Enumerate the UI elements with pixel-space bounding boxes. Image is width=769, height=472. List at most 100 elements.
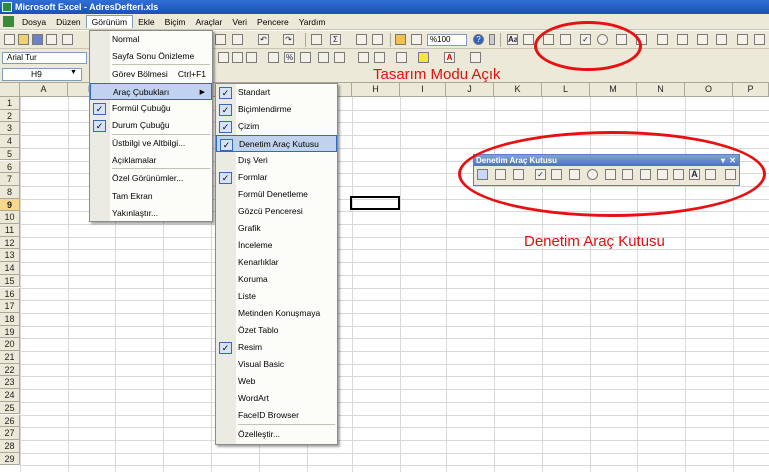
- column-header[interactable]: P: [733, 83, 769, 97]
- sort-descending-icon[interactable]: [372, 34, 383, 45]
- sort-ascending-icon[interactable]: [356, 34, 367, 45]
- decrease-indent-icon[interactable]: [358, 52, 369, 63]
- column-header[interactable]: L: [542, 83, 590, 97]
- print-icon[interactable]: [62, 34, 73, 45]
- menu-item[interactable]: ✓ Biçimlendirme: [216, 101, 337, 118]
- menu-ekle[interactable]: Ekle: [133, 16, 160, 28]
- menu-item[interactable]: Araç Çubukları ▶: [90, 83, 212, 100]
- row-header[interactable]: 13: [0, 249, 20, 263]
- menu-item[interactable]: Yakınlaştır...: [90, 205, 212, 222]
- open-icon[interactable]: [18, 34, 29, 45]
- menu-item[interactable]: Visual Basic: [216, 356, 337, 373]
- menu-item[interactable]: ✓ Formül Çubuğu: [90, 100, 212, 117]
- print-preview-icon[interactable]: [754, 34, 765, 45]
- row-header[interactable]: 14: [0, 262, 20, 275]
- menu-duzen[interactable]: Düzen: [51, 16, 86, 28]
- save-icon[interactable]: [32, 34, 43, 45]
- column-header[interactable]: N: [637, 83, 685, 97]
- font-name-box[interactable]: Arial Tur: [2, 52, 87, 64]
- active-cell[interactable]: [350, 196, 400, 210]
- menu-item[interactable]: Dış Veri: [216, 152, 337, 169]
- text-direction-icon[interactable]: [523, 34, 534, 45]
- column-header[interactable]: A: [20, 83, 68, 97]
- decrease-decimal-icon[interactable]: [334, 52, 345, 63]
- row-header[interactable]: 26: [0, 414, 20, 428]
- help-icon[interactable]: ?: [473, 34, 484, 45]
- row-header[interactable]: 4: [0, 135, 20, 148]
- menu-dosya[interactable]: Dosya: [17, 16, 51, 28]
- format-painter-icon[interactable]: [215, 34, 226, 45]
- menu-araclar[interactable]: Araçlar: [190, 16, 227, 28]
- permission-icon[interactable]: [46, 34, 57, 45]
- toolbar-options-icon[interactable]: [489, 34, 495, 45]
- menu-item[interactable]: ✓ Çizim: [216, 118, 337, 135]
- row-header[interactable]: 28: [0, 439, 20, 453]
- image-control-icon[interactable]: [697, 34, 708, 45]
- borders-icon[interactable]: [396, 52, 407, 63]
- menu-item[interactable]: ✓ Resim: [216, 339, 337, 356]
- menu-item[interactable]: İnceleme: [216, 237, 337, 254]
- menu-item[interactable]: Tam Ekran: [90, 188, 212, 205]
- column-header[interactable]: K: [494, 83, 542, 97]
- menu-item[interactable]: Liste: [216, 288, 337, 305]
- row-header[interactable]: 24: [0, 389, 20, 402]
- chart-wizard-icon[interactable]: [395, 34, 406, 45]
- autosum-icon[interactable]: Σ: [330, 34, 341, 45]
- format-painter-brush-icon[interactable]: [232, 34, 243, 45]
- zoom-box[interactable]: %100: [427, 34, 467, 46]
- row-header[interactable]: 11: [0, 224, 20, 237]
- comma-style-icon[interactable]: [300, 52, 311, 63]
- drawing-icon[interactable]: [411, 34, 422, 45]
- menu-pencere[interactable]: Pencere: [252, 16, 294, 28]
- row-header[interactable]: 19: [0, 325, 20, 339]
- row-header[interactable]: 25: [0, 401, 20, 415]
- menu-item[interactable]: Özet Tablo: [216, 322, 337, 339]
- menu-item[interactable]: Koruma: [216, 271, 337, 288]
- column-header[interactable]: J: [446, 83, 494, 97]
- align-right-icon[interactable]: [232, 52, 243, 63]
- menu-bicim[interactable]: Biçim: [160, 16, 191, 28]
- row-header[interactable]: 9: [0, 198, 20, 212]
- menu-item[interactable]: Formül Denetleme: [216, 186, 337, 203]
- row-header[interactable]: 15: [0, 274, 20, 288]
- row-header[interactable]: 20: [0, 338, 20, 351]
- row-header[interactable]: 21: [0, 351, 20, 364]
- column-header[interactable]: I: [400, 83, 446, 97]
- menu-item[interactable]: Görev Bölmesi Ctrl+F1: [90, 66, 212, 83]
- row-header[interactable]: 17: [0, 300, 20, 313]
- menu-item[interactable]: Grafik: [216, 220, 337, 237]
- row-header[interactable]: 6: [0, 160, 20, 174]
- row-header[interactable]: 16: [0, 287, 20, 301]
- formatting-options-icon[interactable]: [470, 52, 481, 63]
- row-header[interactable]: 7: [0, 173, 20, 186]
- redo-icon[interactable]: ↷: [283, 34, 294, 45]
- text-style-icon[interactable]: Aa: [507, 34, 518, 45]
- row-header[interactable]: 3: [0, 122, 20, 136]
- scrollbar-control-icon[interactable]: [657, 34, 668, 45]
- increase-decimal-icon[interactable]: [318, 52, 329, 63]
- menu-item[interactable]: Normal: [90, 31, 212, 48]
- menu-item[interactable]: ✓ Durum Çubuğu: [90, 117, 212, 134]
- row-header[interactable]: 22: [0, 363, 20, 377]
- menu-veri[interactable]: Veri: [227, 16, 252, 28]
- row-header[interactable]: 2: [0, 109, 20, 123]
- workbook-icon[interactable]: [3, 16, 14, 27]
- row-header[interactable]: 10: [0, 211, 20, 224]
- row-header[interactable]: 29: [0, 452, 20, 466]
- currency-icon[interactable]: [268, 52, 279, 63]
- menu-item[interactable]: Web: [216, 373, 337, 390]
- menu-item[interactable]: ✓ Standart: [216, 84, 337, 101]
- menu-item[interactable]: Kenarlıklar: [216, 254, 337, 271]
- column-header[interactable]: O: [685, 83, 733, 97]
- row-header[interactable]: 8: [0, 185, 20, 199]
- column-header[interactable]: H: [352, 83, 400, 97]
- align-center-icon[interactable]: [218, 52, 229, 63]
- menu-item[interactable]: ✓ Denetim Araç Kutusu: [216, 135, 337, 152]
- row-header[interactable]: 12: [0, 236, 20, 250]
- menu-item[interactable]: WordArt: [216, 390, 337, 407]
- menu-item[interactable]: Özel Görünümler...: [90, 170, 212, 187]
- row-header[interactable]: 5: [0, 147, 20, 161]
- undo-icon[interactable]: ↶: [258, 34, 269, 45]
- column-header[interactable]: M: [590, 83, 637, 97]
- menu-item[interactable]: FaceID Browser: [216, 407, 337, 424]
